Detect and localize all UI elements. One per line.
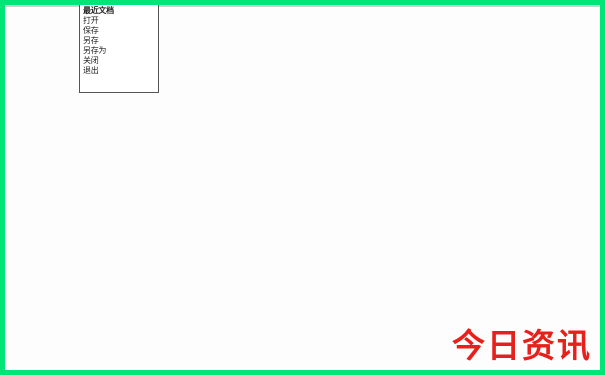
dropdown-item[interactable]: 关闭 <box>83 56 155 66</box>
dropdown-item[interactable]: 另存 <box>83 36 155 46</box>
dropdown-menu[interactable]: 最近文档 打开 保存 另存 另存为 关闭 退出 <box>79 5 159 93</box>
dropdown-item[interactable]: 保存 <box>83 26 155 36</box>
dropdown-item[interactable]: 退出 <box>83 66 155 76</box>
dropdown-item[interactable]: 另存为 <box>83 46 155 56</box>
dropdown-item[interactable]: 打开 <box>83 16 155 26</box>
screenshot-frame: 最近文档 打开 保存 另存 另存为 关闭 退出 今日资讯 <box>0 0 605 375</box>
watermark-text: 今日资讯 <box>452 326 592 365</box>
dropdown-item[interactable]: 最近文档 <box>83 6 155 16</box>
